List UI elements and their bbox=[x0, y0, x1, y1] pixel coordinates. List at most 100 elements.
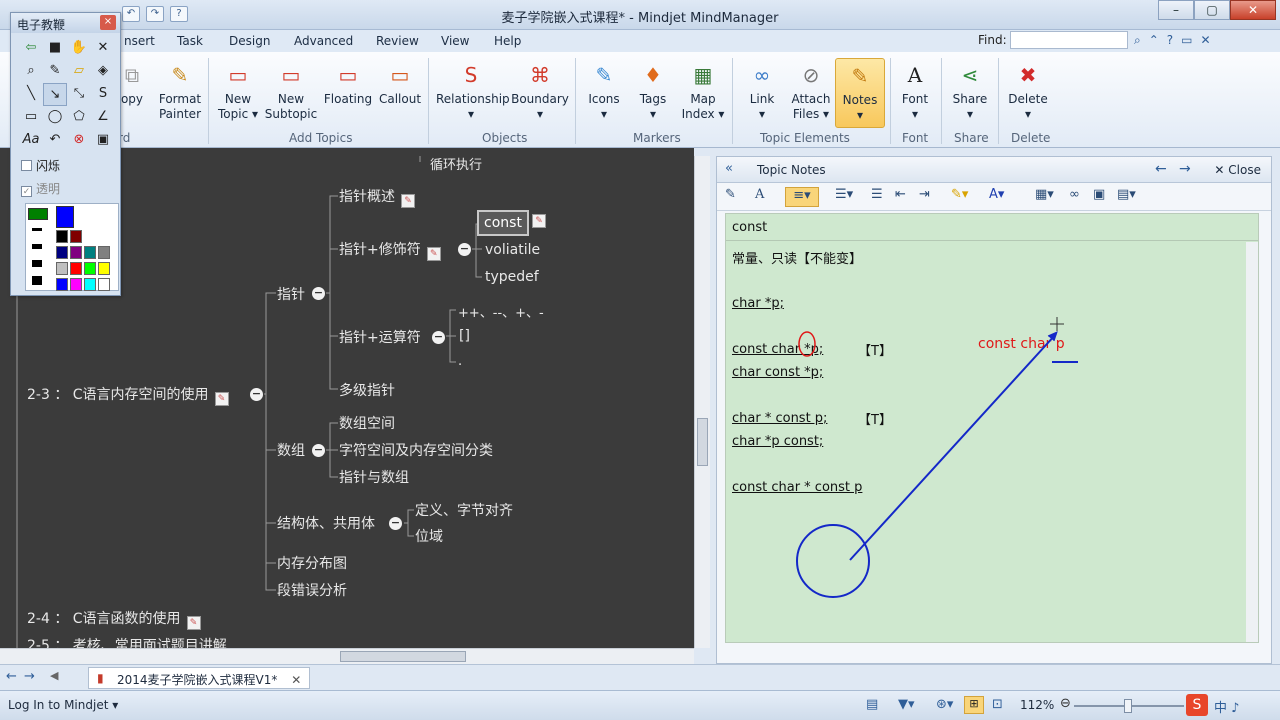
zoom-slider[interactable] bbox=[1074, 699, 1184, 713]
current-color-swatch[interactable] bbox=[56, 206, 74, 228]
palette-close-button[interactable]: × bbox=[100, 15, 116, 30]
binoculars-icon[interactable]: ⌕ bbox=[1134, 33, 1141, 48]
topic-pointer-modifier[interactable]: 指针+修饰符 ✎ bbox=[339, 239, 441, 261]
tab-design[interactable]: Design bbox=[229, 34, 270, 48]
link-button[interactable]: ∞ Link ▾ bbox=[734, 58, 790, 122]
topic-section-2-5[interactable]: 2-5 ： 考核、常用面试题目讲解 bbox=[27, 635, 227, 648]
color-swatch[interactable] bbox=[98, 278, 110, 291]
topic-array[interactable]: 数组 bbox=[277, 440, 305, 460]
line-icon[interactable]: ╲ bbox=[19, 83, 43, 106]
flash-checkbox[interactable]: 闪烁 bbox=[21, 157, 60, 174]
color-swatch[interactable] bbox=[84, 262, 96, 275]
rectangle-icon[interactable]: ▭ bbox=[19, 106, 43, 129]
color-swatch[interactable] bbox=[56, 230, 68, 243]
note-icon[interactable]: ✎ bbox=[401, 194, 415, 208]
close-tab-icon[interactable]: ✕ bbox=[291, 673, 301, 687]
note-icon[interactable]: ✎ bbox=[186, 616, 201, 630]
tab-view[interactable]: View bbox=[441, 34, 469, 48]
tags-button[interactable]: ♦ Tags ▾ bbox=[625, 58, 681, 122]
table-icon[interactable]: ▦▾ bbox=[1035, 187, 1054, 207]
boundary-button[interactable]: ⌘ Boundary ▾ bbox=[510, 58, 570, 122]
screenshot-icon[interactable]: ▣ bbox=[91, 129, 115, 152]
notes-close-button[interactable]: ✕ Close bbox=[1214, 163, 1261, 177]
zoom-slider-knob[interactable] bbox=[1124, 699, 1132, 713]
topic-pointer-array[interactable]: 指针与数组 bbox=[339, 467, 409, 487]
zoom-fit-icon[interactable]: ⊡ bbox=[992, 697, 1003, 712]
hyperlink-icon[interactable]: ∞ bbox=[1069, 187, 1080, 207]
clear-icon[interactable]: ⊗ bbox=[67, 129, 91, 152]
prev-note-icon[interactable]: ← bbox=[1155, 161, 1167, 177]
find-input[interactable] bbox=[1010, 31, 1128, 49]
arrow-icon[interactable]: ↘ bbox=[43, 83, 67, 106]
current-line-swatch[interactable] bbox=[28, 208, 48, 220]
map-vertical-scrollbar[interactable] bbox=[694, 156, 710, 648]
text-icon[interactable]: Aa bbox=[19, 129, 43, 152]
decrease-indent-icon[interactable]: ⇤ bbox=[895, 187, 906, 207]
numbered-list-icon[interactable]: ☰▾ bbox=[835, 187, 853, 207]
color-swatch[interactable] bbox=[70, 246, 82, 259]
font-color-icon[interactable]: A▾ bbox=[989, 187, 1004, 207]
curve-icon[interactable]: S bbox=[91, 83, 115, 106]
attach-files-button[interactable]: ⊘ Attach Files ▾ bbox=[783, 58, 839, 122]
fill-icon[interactable]: ◈ bbox=[91, 60, 115, 83]
color-swatch[interactable] bbox=[84, 278, 96, 291]
exit-icon[interactable]: ⇦ bbox=[19, 37, 43, 60]
tab-insert[interactable]: nsert bbox=[124, 34, 155, 48]
new-subtopic-button[interactable]: ▭ New Subtopic bbox=[263, 58, 319, 122]
topic-array-space[interactable]: 数组空间 bbox=[339, 413, 395, 433]
topic-pointer-overview[interactable]: 指针概述 ✎ bbox=[339, 186, 415, 208]
tab-advanced[interactable]: Advanced bbox=[294, 34, 353, 48]
note-icon[interactable]: ✎ bbox=[214, 392, 229, 406]
topic-volatile[interactable]: voliatile bbox=[485, 242, 540, 258]
color-swatch[interactable] bbox=[98, 246, 110, 259]
color-swatch[interactable] bbox=[56, 262, 68, 275]
share-button[interactable]: ⋖ Share ▾ bbox=[942, 58, 998, 122]
topic-multi-pointer[interactable]: 多级指针 bbox=[339, 380, 395, 400]
ribbon-collapse-icon[interactable]: ⌃ bbox=[1149, 33, 1159, 48]
increase-indent-icon[interactable]: ⇥ bbox=[919, 187, 930, 207]
topic-ops-arith[interactable]: ++、--、+、- bbox=[458, 302, 544, 321]
zoom-icon[interactable]: ⌕ bbox=[19, 60, 43, 83]
color-swatch[interactable] bbox=[70, 278, 82, 291]
note-icon[interactable]: ✎ bbox=[532, 214, 546, 228]
format-painter-icon[interactable]: ✎ bbox=[725, 187, 736, 207]
blank-screen-icon[interactable]: ■ bbox=[43, 37, 67, 60]
topic-pointer[interactable]: 指针 bbox=[277, 284, 305, 304]
color-swatch[interactable] bbox=[56, 246, 68, 259]
topic-typedef[interactable]: typedef bbox=[485, 269, 539, 285]
color-swatch[interactable] bbox=[84, 246, 96, 259]
font-button[interactable]: A Font ▾ bbox=[887, 58, 943, 122]
topic-struct-union[interactable]: 结构体、共用体 bbox=[277, 513, 375, 533]
tab-review[interactable]: Review bbox=[376, 34, 419, 48]
icons-button[interactable]: ✎ Icons ▾ bbox=[576, 58, 632, 122]
font-icon[interactable]: A bbox=[755, 187, 764, 207]
image-icon[interactable]: ▣ bbox=[1093, 187, 1105, 207]
topic-ops-dot[interactable]: . bbox=[458, 354, 462, 369]
topic-string-space[interactable]: 字符空间及内存空间分类 bbox=[339, 440, 493, 460]
collapse-toggle[interactable]: − bbox=[250, 388, 263, 401]
close-icon[interactable]: ✕ bbox=[91, 37, 115, 60]
color-swatch[interactable] bbox=[98, 262, 110, 275]
collapse-toggle[interactable]: − bbox=[312, 444, 325, 457]
note-icon[interactable]: ✎ bbox=[426, 247, 441, 261]
eraser-icon[interactable]: ▱ bbox=[67, 60, 91, 83]
filter-icon[interactable]: ▼▾ bbox=[898, 697, 915, 712]
new-topic-button[interactable]: ▭ New Topic ▾ bbox=[210, 58, 266, 122]
ellipse-icon[interactable]: ◯ bbox=[43, 106, 67, 129]
polygon-icon[interactable]: ⬠ bbox=[67, 106, 91, 129]
topic-def-align[interactable]: 定义、字节对齐 bbox=[415, 500, 513, 520]
document-tab[interactable]: ▮ 2014麦子学院嵌入式课程V1* ✕ bbox=[88, 667, 311, 689]
topic-memory-map[interactable]: 内存分布图 bbox=[277, 553, 347, 573]
help-icon[interactable]: ? bbox=[1167, 33, 1173, 48]
notes-editor[interactable]: const 常量、只读【不能变】 char *p; const char *p;… bbox=[725, 213, 1259, 643]
delete-button[interactable]: ✖ Delete ▾ bbox=[1000, 58, 1056, 122]
color-swatch[interactable] bbox=[70, 262, 82, 275]
undo-icon[interactable]: ↶ bbox=[43, 129, 67, 152]
callout-button[interactable]: ▭ Callout bbox=[372, 58, 428, 107]
hand-icon[interactable]: ✋ bbox=[67, 37, 91, 60]
topic-segfault[interactable]: 段错误分析 bbox=[277, 580, 347, 600]
collapse-panel-icon[interactable]: « bbox=[725, 161, 733, 176]
outline-view-icon[interactable]: ▤ bbox=[866, 697, 878, 712]
bullet-list-icon[interactable]: ☰ bbox=[871, 187, 883, 207]
tab-help[interactable]: Help bbox=[494, 34, 521, 48]
